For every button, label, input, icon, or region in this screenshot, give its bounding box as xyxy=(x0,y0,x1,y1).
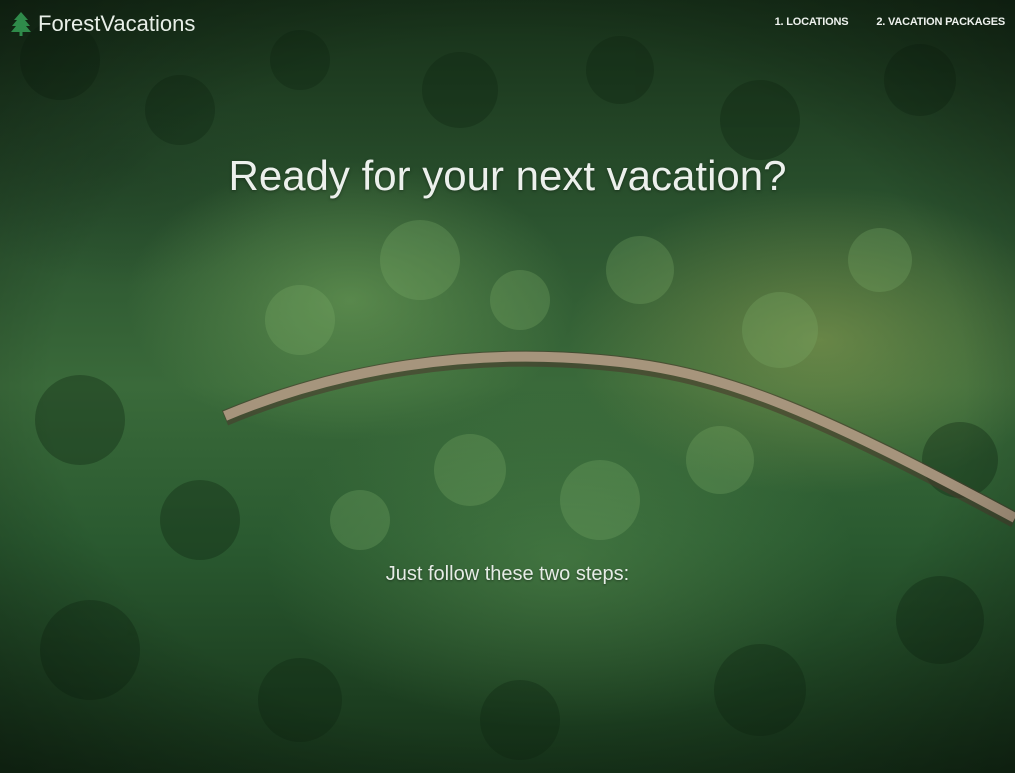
top-navigation: ForestVacations 1. LOCATIONS 2. VACATION… xyxy=(0,0,1015,50)
nav-link-locations[interactable]: 1. LOCATIONS xyxy=(775,16,849,28)
nav-links: 1. LOCATIONS 2. VACATION PACKAGES xyxy=(775,16,1006,28)
hero-headline: Ready for your next vacation? xyxy=(228,152,787,199)
brand-link[interactable]: ForestVacations xyxy=(10,11,195,37)
tree-icon xyxy=(11,12,31,36)
forest-road-illustration xyxy=(0,0,1015,773)
nav-link-vacation-packages[interactable]: 2. VACATION PACKAGES xyxy=(876,16,1005,28)
brand-name: ForestVacations xyxy=(38,11,196,36)
hero-subhead: Just follow these two steps: xyxy=(385,563,630,585)
hero-background xyxy=(0,0,1015,773)
